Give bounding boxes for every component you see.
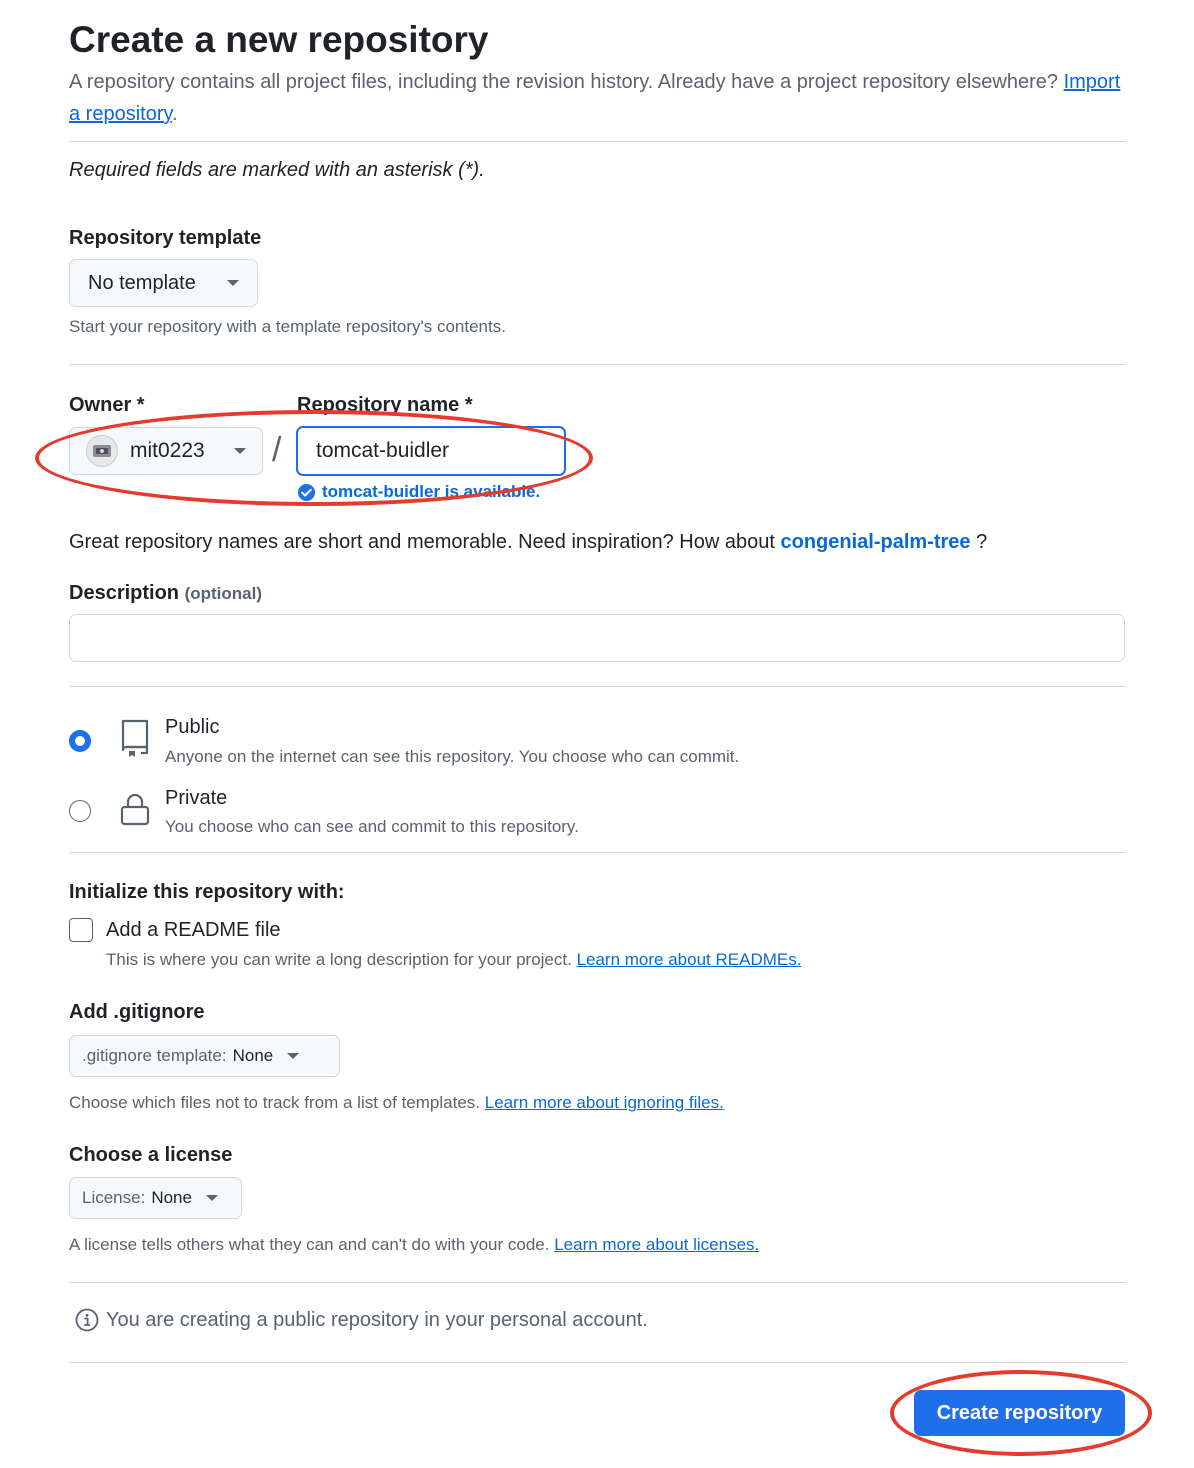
description-input[interactable]: [69, 614, 1125, 662]
info-icon: [75, 1308, 99, 1332]
gitignore-learn-more-link[interactable]: Learn more about ignoring files.: [485, 1093, 724, 1112]
readme-help-text: This is where you can write a long descr…: [106, 950, 572, 969]
readme-checkbox[interactable]: [69, 918, 93, 942]
readme-learn-more-link[interactable]: Learn more about READMEs.: [577, 950, 802, 969]
public-title: Public: [165, 716, 220, 738]
gitignore-prefix: .gitignore template:: [82, 1046, 227, 1065]
divider: [69, 1282, 1126, 1283]
divider: [69, 1362, 1126, 1363]
gitignore-value: None: [232, 1046, 274, 1065]
gitignore-dropdown[interactable]: .gitignore template: None: [69, 1035, 340, 1077]
license-prefix: License:: [82, 1188, 146, 1207]
gitignore-help: Choose which files not to track from a l…: [69, 1091, 724, 1115]
check-circle-icon: [297, 483, 316, 501]
initialize-label: Initialize this repository with:: [69, 881, 345, 903]
caret-down-icon: [227, 280, 239, 286]
owner-repo-separator: /: [272, 431, 282, 469]
template-selected: No template: [88, 271, 196, 294]
suggestion-suffix: ?: [976, 531, 988, 553]
repository-name-input[interactable]: [296, 426, 566, 476]
availability-text: tomcat-buidler is available.: [322, 482, 541, 501]
name-suggestion: Great repository names are short and mem…: [69, 527, 987, 557]
license-help-text: A license tells others what they can and…: [69, 1235, 550, 1254]
description-suffix: .: [172, 103, 178, 125]
gitignore-label: Add .gitignore: [69, 1001, 205, 1023]
readme-help: This is where you can write a long descr…: [106, 948, 801, 972]
divider: [69, 686, 1126, 687]
description-label-text: Description: [69, 582, 180, 604]
license-label: Choose a license: [69, 1144, 233, 1166]
page-title: Create a new repository: [69, 19, 489, 60]
gitignore-help-text: Choose which files not to track from a l…: [69, 1093, 481, 1112]
caret-down-icon: [234, 448, 246, 454]
template-label: Repository template: [69, 227, 262, 249]
template-help: Start your repository with a template re…: [69, 317, 506, 336]
repo-icon: [121, 719, 149, 757]
template-dropdown[interactable]: No template: [69, 259, 258, 307]
description-label: Description (optional): [69, 579, 262, 608]
suggestion-text: Great repository names are short and mem…: [69, 531, 775, 553]
divider: [69, 141, 1126, 142]
description-text: A repository contains all project files,…: [69, 71, 1059, 93]
page-description: A repository contains all project files,…: [69, 66, 1129, 130]
license-dropdown[interactable]: License: None: [69, 1177, 242, 1219]
readme-label: Add a README file: [106, 919, 281, 941]
owner-dropdown[interactable]: mit0223: [69, 427, 263, 475]
required-fields-note: Required fields are marked with an aster…: [69, 159, 485, 181]
public-desc: Anyone on the internet can see this repo…: [165, 747, 740, 766]
availability-message: tomcat-buidler is available.: [297, 482, 540, 502]
avatar: [86, 435, 118, 467]
caret-down-icon: [205, 1195, 218, 1201]
divider: [69, 852, 1126, 853]
owner-value: mit0223: [130, 439, 205, 462]
public-info-note: You are creating a public repository in …: [75, 1308, 648, 1332]
owner-label: Owner *: [69, 394, 145, 416]
suggested-name-link[interactable]: congenial-palm-tree: [780, 531, 970, 553]
license-value: None: [151, 1188, 192, 1207]
repository-name-label: Repository name *: [297, 394, 473, 416]
license-help: A license tells others what they can and…: [69, 1233, 759, 1257]
optional-tag: (optional): [184, 584, 263, 603]
private-radio[interactable]: [69, 800, 91, 822]
private-desc: You choose who can see and commit to thi…: [165, 817, 579, 836]
lock-icon: [120, 793, 150, 826]
private-title: Private: [165, 787, 228, 809]
create-repository-button[interactable]: Create repository: [914, 1390, 1125, 1436]
license-learn-more-link[interactable]: Learn more about licenses.: [554, 1235, 759, 1254]
public-info-text: You are creating a public repository in …: [106, 1308, 648, 1331]
caret-down-icon: [287, 1053, 300, 1059]
public-radio[interactable]: [69, 730, 91, 752]
divider: [69, 364, 1126, 365]
